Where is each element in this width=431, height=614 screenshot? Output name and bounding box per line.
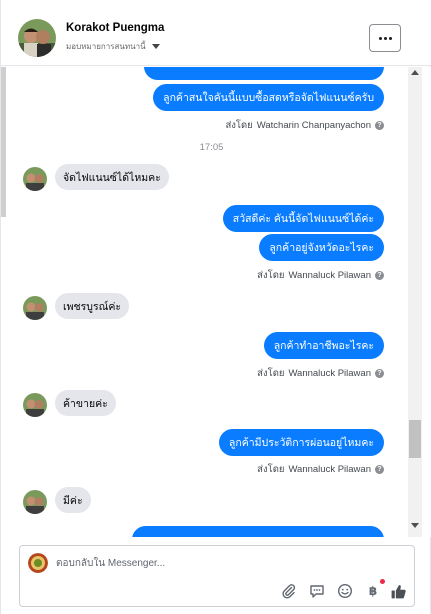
sent-by-line: ส่งโดย Watcharin Chanpanyachon ? [225,118,384,133]
sent-by-line: ส่งโดย Wannaluck Pilawan ? [257,462,384,477]
reply-composer: ฿ [19,545,415,607]
baht-symbol: ฿ [368,584,378,598]
conversation-header: Korakot Puengma มอบหมายการสนทนานี้ [1,0,431,66]
contact-avatar-small [23,167,47,191]
sent-by-label: ส่งโดย [225,120,253,131]
contact-avatar-small [23,490,47,514]
paperclip-icon[interactable] [280,582,298,600]
message-bubble-outgoing-partial [132,526,384,537]
page-scrollbar-thumb[interactable] [1,67,6,217]
sent-by-label: ส่งโดย [257,464,285,475]
sent-by-name: Watcharin Chanpanyachon [256,120,371,131]
message-bubble-incoming: ค้าขายค่ะ [55,390,116,416]
page-avatar [28,553,48,573]
question-circle-icon[interactable]: ? [375,271,384,280]
message-bubble-outgoing-partial [144,67,384,80]
contact-avatar-small [23,296,47,320]
assign-conversation-dropdown[interactable]: มอบหมายการสนทนานี้ [66,40,160,52]
smiley-icon[interactable] [336,582,354,600]
message-bubble-outgoing: ลูกค้าทำอาชีพอะไรคะ [263,332,384,359]
messenger-panel: Korakot Puengma มอบหมายการสนทนานี้ ลูกค้… [0,0,431,614]
more-options-button[interactable] [369,24,401,52]
sent-by-name: Wannaluck Pilawan [288,270,371,281]
contact-avatar[interactable] [18,19,56,57]
message-bubble-icon[interactable] [308,582,326,600]
message-bubble-incoming: จัดไฟแนนซ์ได้ไหมคะ [55,164,169,190]
assign-conversation-label: มอบหมายการสนทนานี้ [66,41,146,51]
scroll-down-arrow-icon[interactable] [411,523,419,528]
contact-avatar-small [23,393,47,417]
sent-by-name: Wannaluck Pilawan [288,368,371,379]
sent-by-line: ส่งโดย Wannaluck Pilawan ? [257,268,384,283]
chevron-down-icon [151,43,160,49]
thread-scrollbar[interactable] [408,67,422,537]
baht-icon[interactable]: ฿ [364,579,385,600]
reply-input[interactable] [56,554,396,572]
timestamp-separator: 17:05 [199,142,224,153]
message-bubble-outgoing: สวัสดีค่ะ คันนี้จัดไฟแนนซ์ได้ค่ะ [222,205,384,232]
sent-by-line: ส่งโดย Wannaluck Pilawan ? [257,366,384,381]
message-bubble-incoming: มีค่ะ [55,487,91,513]
message-bubble-outgoing: ลูกค้ามีประวัติการผ่อนอยู่ไหมคะ [218,429,384,456]
message-bubble-incoming: เพชรบูรณ์ค่ะ [55,293,129,319]
question-circle-icon[interactable]: ? [375,369,384,378]
sent-by-name: Wannaluck Pilawan [288,464,371,475]
question-circle-icon[interactable]: ? [375,465,384,474]
sent-by-label: ส่งโดย [257,368,285,379]
more-dots-icon [378,36,392,40]
question-circle-icon[interactable]: ? [375,121,384,130]
scroll-up-arrow-icon[interactable] [411,70,419,75]
thread-scrollbar-thumb[interactable] [409,420,421,458]
message-thread[interactable]: ลูกค้าสนใจคันนี้แบบซื้อสดหรือจัดไฟแนนซ์ค… [1,67,431,537]
message-bubble-outgoing: ลูกค้าสนใจคันนี้แบบซื้อสดหรือจัดไฟแนนซ์ค… [153,84,384,111]
thumbs-up-icon[interactable] [389,582,407,600]
notification-dot [380,579,385,584]
contact-name: Korakot Puengma [66,22,165,34]
message-bubble-outgoing: ลูกค้าอยู่จังหวัดอะไรคะ [259,234,384,261]
sent-by-label: ส่งโดย [257,270,285,281]
